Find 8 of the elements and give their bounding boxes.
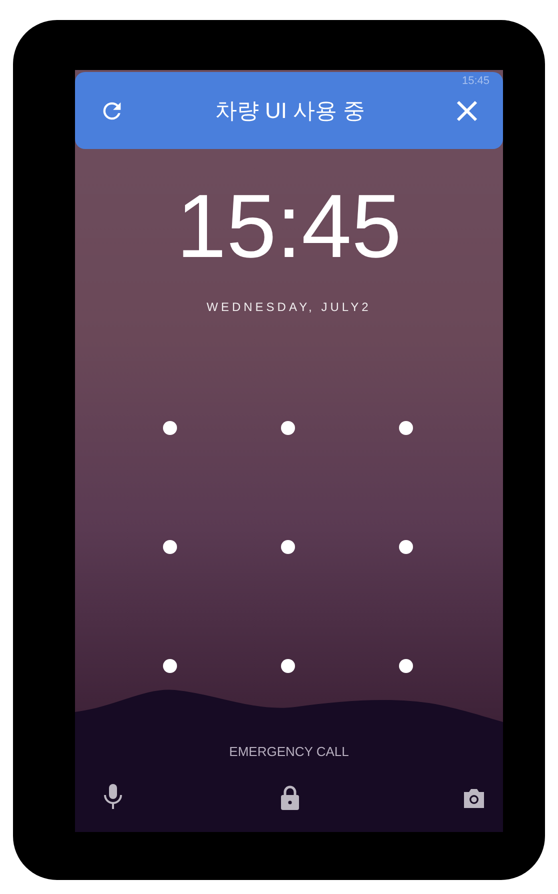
close-icon[interactable] xyxy=(455,98,479,122)
status-time: 15:45 xyxy=(462,74,490,89)
microphone-icon[interactable] xyxy=(102,783,124,811)
emergency-call-button[interactable]: EMERGENCY CALL xyxy=(229,742,349,762)
clock-time: 15:45 xyxy=(175,182,403,272)
banner-title: 차량 UI 사용 중 xyxy=(214,97,366,125)
date-text: WEDNESDAY, JULY2 xyxy=(206,299,372,316)
lock-icon[interactable] xyxy=(280,785,300,811)
